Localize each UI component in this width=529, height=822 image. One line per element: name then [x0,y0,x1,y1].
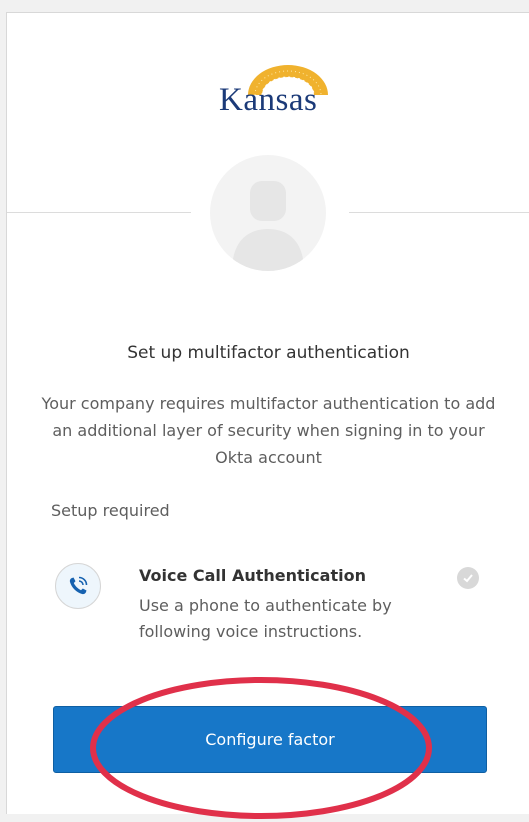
setup-required-label: Setup required [51,501,170,520]
kansas-logo: Kansas [210,63,340,123]
user-silhouette-icon [232,181,304,271]
logo-text: Kansas [219,82,318,118]
divider-left [7,212,191,213]
avatar [210,155,326,271]
divider-right [349,212,529,213]
page-subtitle: Your company requires multifactor authen… [41,394,496,467]
checkmark-icon [457,567,479,589]
factor-name: Voice Call Authentication [139,566,366,585]
phone-call-icon [55,563,101,609]
configure-factor-button[interactable]: Configure factor [53,706,487,773]
page-title: Set up multifactor authentication [127,343,410,363]
factor-description: Use a phone to authenticate by following… [139,596,392,641]
auth-card: Kansas Set up multifactor authentication… [6,12,529,819]
